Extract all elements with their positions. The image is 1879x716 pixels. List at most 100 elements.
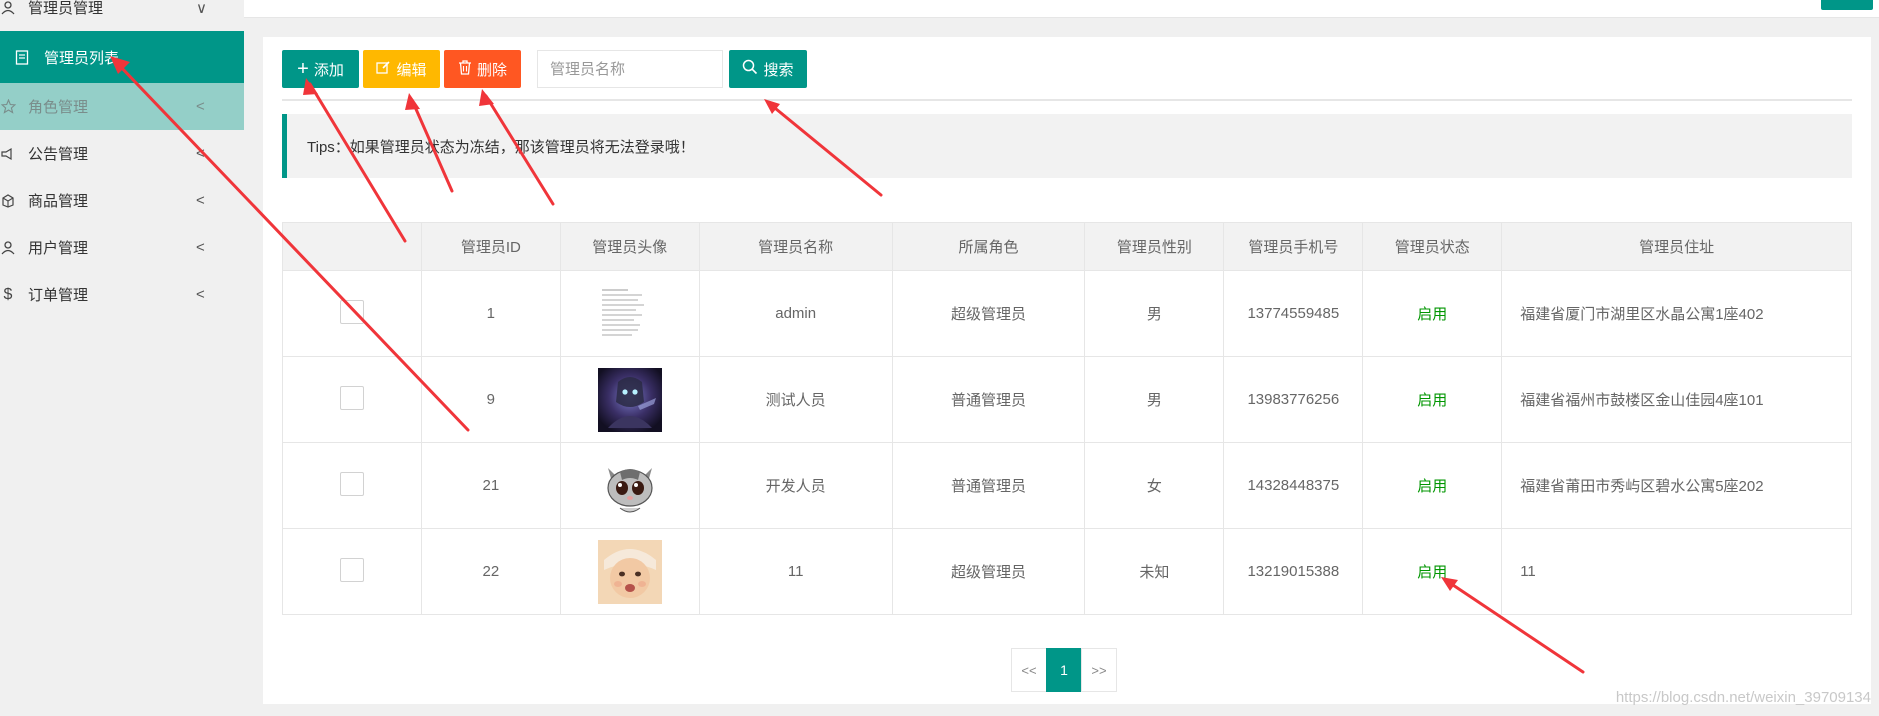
cell-name: admin xyxy=(698,270,893,357)
header-phone: 管理员手机号 xyxy=(1223,222,1364,271)
header-action-button[interactable] xyxy=(1821,0,1873,10)
sidebar-item-admin-list[interactable]: 管理员列表 xyxy=(0,31,244,83)
sidebar-item-goods-management[interactable]: 商品管理 < xyxy=(0,177,244,224)
search-button[interactable]: 搜索 xyxy=(729,50,807,88)
baby-photo-thumbnail xyxy=(597,539,662,604)
edit-button[interactable]: 编辑 xyxy=(363,50,440,88)
sidebar-item-announcement-management[interactable]: 公告管理 < xyxy=(0,130,244,177)
cell-status: 启用 xyxy=(1362,270,1503,357)
plus-icon: + xyxy=(297,58,309,80)
chevron-left-icon: < xyxy=(196,286,205,303)
cell-status: 启用 xyxy=(1362,528,1503,615)
cell-address: 福建省厦门市湖里区水晶公寓1座402 xyxy=(1501,270,1852,357)
cell-phone: 13219015388 xyxy=(1223,528,1364,615)
row-checkbox[interactable] xyxy=(339,557,364,582)
user-icon xyxy=(0,240,16,256)
header-avatar: 管理员头像 xyxy=(559,222,700,271)
cell-name: 11 xyxy=(698,528,893,615)
cell-gender: 女 xyxy=(1084,442,1225,529)
cell-avatar xyxy=(559,442,700,529)
cell-id: 1 xyxy=(420,270,561,357)
row-checkbox[interactable] xyxy=(339,471,364,496)
chevron-left-icon: < xyxy=(196,239,205,256)
add-button[interactable]: + 添加 xyxy=(282,50,359,88)
sidebar-item-admin-management[interactable]: 管理员管理 ∨ xyxy=(0,0,244,31)
cell-avatar xyxy=(559,356,700,443)
header-role: 所属角色 xyxy=(891,222,1086,271)
row-checkbox[interactable] xyxy=(339,385,364,410)
checkbox-cell xyxy=(282,356,422,443)
cell-address: 福建省福州市鼓楼区金山佳园4座101 xyxy=(1501,356,1852,443)
delete-button-label: 删除 xyxy=(476,61,507,79)
search-button-label: 搜索 xyxy=(763,61,794,79)
admin-table: 管理员ID 管理员头像 管理员名称 所属角色 管理员性别 管理员手机号 管理员状… xyxy=(282,222,1852,615)
dollar-icon: $ xyxy=(3,285,13,303)
header-checkbox-cell xyxy=(282,222,422,271)
cell-status: 启用 xyxy=(1362,442,1503,529)
toolbar-divider xyxy=(282,99,1852,101)
list-icon xyxy=(14,49,30,65)
admin-icon xyxy=(0,0,16,16)
cell-id: 21 xyxy=(420,442,561,529)
cell-phone: 14328448375 xyxy=(1223,442,1364,529)
game-character-thumbnail xyxy=(597,367,662,432)
edit-icon xyxy=(376,60,391,79)
table-header-row: 管理员ID 管理员头像 管理员名称 所属角色 管理员性别 管理员手机号 管理员状… xyxy=(282,222,1852,271)
cell-gender: 男 xyxy=(1084,356,1225,443)
announcement-icon xyxy=(0,146,16,162)
cell-role: 超级管理员 xyxy=(891,270,1086,357)
cell-id: 9 xyxy=(420,356,561,443)
checkbox-cell xyxy=(282,442,422,529)
star-icon xyxy=(0,99,16,115)
sidebar-item-user-management[interactable]: 用户管理 < xyxy=(0,224,244,271)
search-input[interactable] xyxy=(537,50,723,88)
search-icon xyxy=(742,59,758,79)
header-address: 管理员住址 xyxy=(1501,222,1852,271)
sidebar-item-label: 商品管理 xyxy=(28,193,89,210)
top-header xyxy=(244,0,1879,18)
cell-avatar xyxy=(559,528,700,615)
cell-name: 开发人员 xyxy=(698,442,893,529)
header-id: 管理员ID xyxy=(420,222,561,271)
cell-avatar xyxy=(559,270,700,357)
sidebar-item-label: 角色管理 xyxy=(28,99,89,116)
cell-gender: 未知 xyxy=(1084,528,1225,615)
sidebar-item-role-management[interactable]: 角色管理 < xyxy=(0,83,244,130)
tips-text: Tips：如果管理员状态为冻结，那该管理员将无法登录哦！ xyxy=(307,138,695,156)
row-checkbox[interactable] xyxy=(339,299,364,324)
cell-address: 11 xyxy=(1501,528,1852,615)
checkbox-cell xyxy=(282,270,422,357)
cell-gender: 男 xyxy=(1084,270,1225,357)
sidebar-item-label: 订单管理 xyxy=(28,287,89,304)
cell-role: 普通管理员 xyxy=(891,356,1086,443)
trash-icon xyxy=(458,59,472,79)
header-name: 管理员名称 xyxy=(698,222,893,271)
table-row: 9 测试人员 普通管理员 男 13983776256 启用 福建省福州市鼓楼区金… xyxy=(282,356,1852,443)
current-page-button[interactable]: 1 xyxy=(1046,648,1082,692)
table-row: 21 开发人员 普通管理员 女 14328448375 启用 福建省莆田市秀屿区… xyxy=(282,442,1852,529)
sidebar-item-label: 管理员管理 xyxy=(28,0,104,17)
chevron-left-icon: < xyxy=(196,145,205,162)
table-row: 1 admin 超级管理员 男 13774559485 启用 福建省厦门市湖里区… xyxy=(282,270,1852,357)
cell-role: 超级管理员 xyxy=(891,528,1086,615)
cell-name: 测试人员 xyxy=(698,356,893,443)
edit-button-label: 编辑 xyxy=(396,61,427,79)
table-row: 22 11 超级管理员 未知 13219015388 启用 11 xyxy=(282,528,1852,615)
sidebar-item-label: 管理员列表 xyxy=(44,49,120,67)
cell-status: 启用 xyxy=(1362,356,1503,443)
sidebar-item-label: 公告管理 xyxy=(28,146,89,163)
add-button-label: 添加 xyxy=(313,61,344,79)
prev-page-button[interactable]: << xyxy=(1011,648,1047,692)
goods-icon xyxy=(0,193,16,209)
watermark-text: https://blog.csdn.net/weixin_39709134 xyxy=(1615,689,1871,706)
next-page-button[interactable]: >> xyxy=(1081,648,1117,692)
sidebar-item-label: 用户管理 xyxy=(28,240,89,257)
delete-button[interactable]: 删除 xyxy=(444,50,521,88)
sidebar-item-order-management[interactable]: $ 订单管理 < xyxy=(0,271,244,318)
tips-banner: Tips：如果管理员状态为冻结，那该管理员将无法登录哦！ xyxy=(282,114,1852,178)
header-status: 管理员状态 xyxy=(1362,222,1503,271)
cell-id: 22 xyxy=(420,528,561,615)
sidebar: 管理员管理 ∨ 管理员列表 角色管理 < 公告管理 < 商品管理 < 用户管理 … xyxy=(0,0,244,716)
checkbox-cell xyxy=(282,528,422,615)
cartoon-cat-thumbnail xyxy=(597,453,662,518)
